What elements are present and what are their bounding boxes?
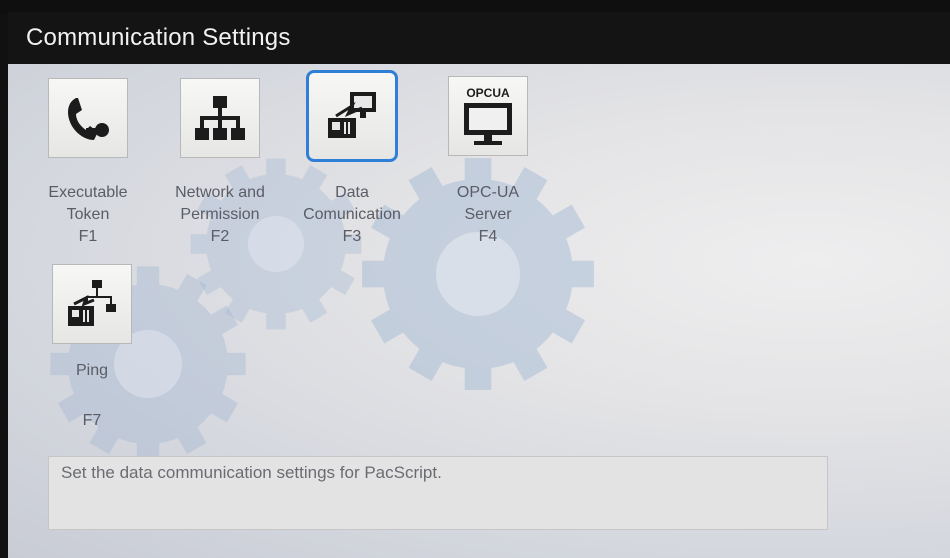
network-permission-label: Network and Permission F2: [175, 184, 265, 245]
description-text: Set the data communication settings for …: [61, 463, 442, 482]
opcua-server-label: OPC-UA Server F4: [456, 184, 520, 245]
opcua-server-button[interactable]: OPCUA: [448, 76, 528, 156]
data-communication-icon: [328, 92, 376, 138]
title-bar: Communication Settings: [8, 12, 950, 64]
settings-panel: Executable Token F1 Network and Permissi…: [8, 64, 950, 558]
data-communication-label: Data Comunication F3: [303, 184, 401, 245]
ping-label: Ping: [75, 362, 109, 379]
screen: Communication Settings Executable Token …: [0, 0, 950, 558]
ping-network-icon: [68, 280, 116, 326]
phone-key-icon: [68, 98, 109, 140]
ping-button[interactable]: [52, 264, 132, 344]
ping-key-label: F7: [82, 412, 102, 429]
executable-token-button[interactable]: [48, 78, 128, 158]
network-permission-button[interactable]: [180, 78, 260, 158]
svg-text:OPCUA: OPCUA: [466, 86, 510, 100]
data-communication-button[interactable]: [306, 70, 398, 162]
opcua-monitor-icon: OPCUA: [464, 86, 512, 145]
network-tree-icon: [195, 96, 245, 140]
description-box: Set the data communication settings for …: [48, 456, 828, 530]
executable-token-label: Executable Token F1: [48, 184, 128, 245]
window-title: Communication Settings: [26, 24, 291, 51]
